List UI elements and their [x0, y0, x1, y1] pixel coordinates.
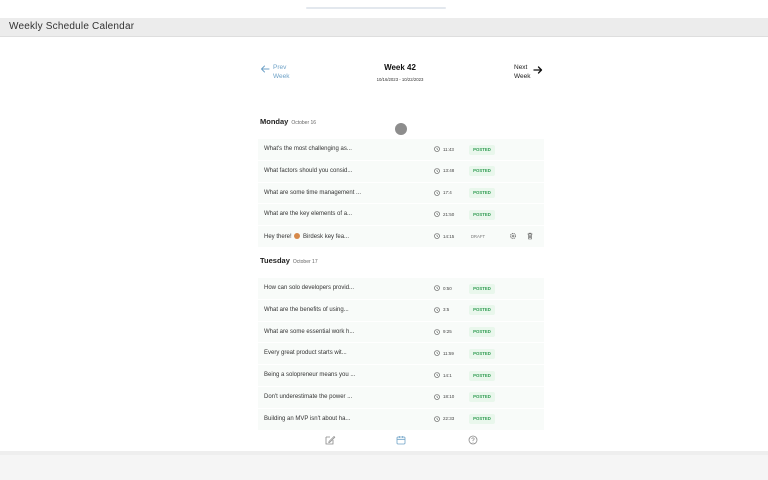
top-tab-indicator [306, 7, 446, 9]
status-badge: DRAFT [470, 233, 486, 239]
post-row[interactable]: What's the most challenging as... 11:43 … [258, 139, 544, 161]
status-badge: POSTED [469, 414, 495, 425]
post-row[interactable]: Every great product starts wit... 11:59 … [258, 343, 544, 366]
tuesday-post-list: How can solo developers provid... 0:50 P… [258, 278, 544, 431]
post-row[interactable]: How can solo developers provid... 0:50 P… [258, 278, 544, 300]
post-row[interactable]: Don't underestimate the power ... 18:10 … [258, 386, 544, 409]
clock-icon [434, 372, 440, 378]
post-time: 14:15 [443, 233, 455, 239]
post-row[interactable]: What factors should you consid... 13:48 … [258, 160, 544, 183]
post-title: What's the most challenging as... [264, 146, 352, 152]
post-row[interactable]: What are some essential work h... 9:25 P… [258, 321, 544, 344]
clock-icon [434, 167, 440, 174]
post-title: How can solo developers provid... [264, 285, 355, 291]
status-badge: POSTED [469, 327, 495, 338]
bottom-tab-bar [256, 430, 544, 450]
trash-icon[interactable] [526, 232, 534, 240]
post-time: 13:48 [443, 168, 455, 174]
post-row[interactable]: What are the benefits of using... 3:5 PO… [258, 299, 544, 322]
status-badge: POSTED [469, 188, 495, 199]
calendar-icon[interactable] [395, 434, 407, 446]
clock-icon [434, 189, 440, 196]
status-badge: POSTED [469, 283, 495, 294]
post-title: What are the key elements of a... [264, 211, 353, 218]
post-time: 22:33 [443, 416, 455, 422]
post-time: 18:10 [443, 394, 455, 400]
clock-icon [434, 350, 440, 357]
bottom-band [0, 451, 768, 480]
clock-icon [434, 394, 440, 400]
window-title-bar: Weekly Schedule Calendar [0, 18, 768, 37]
prev-week-label: Prev Week [273, 64, 290, 80]
arrow-left-icon [261, 65, 270, 73]
post-time: 9:25 [443, 329, 452, 335]
window-title: Weekly Schedule Calendar [9, 21, 135, 32]
post-title: What are some essential work h... [264, 328, 355, 335]
status-badge: POSTED [469, 166, 495, 177]
post-title: Every great product starts wit... [264, 350, 347, 357]
clock-icon [434, 328, 440, 335]
schedule-panel: Prev Week Week 42 10/16/2023 - 10/22/202… [256, 50, 544, 452]
day-header-monday: Monday October 16 [260, 117, 316, 126]
post-time: 0:50 [443, 285, 452, 291]
status-badge: POSTED [469, 392, 495, 403]
post-time: 21:50 [443, 211, 455, 217]
gear-icon[interactable] [509, 232, 517, 240]
post-title: Building an MVP isn't about ha... [264, 415, 351, 422]
day-date: October 16 [291, 120, 317, 126]
post-row[interactable]: Hey there! Birdesk key fea... 14:15 DRAF… [258, 226, 544, 248]
clock-icon [434, 415, 440, 422]
mouse-cursor [395, 123, 407, 135]
day-name: Monday [260, 117, 289, 126]
bottom-band-inner [0, 455, 768, 480]
clock-icon [434, 211, 440, 218]
clock-icon [434, 146, 440, 152]
post-title: Hey there! Birdesk key fea... [264, 233, 350, 241]
clock-icon [434, 306, 440, 313]
post-title: Don't underestimate the power ... [264, 393, 353, 400]
next-week-button[interactable]: Next Week [508, 63, 544, 87]
post-row[interactable]: Building an MVP isn't about ha... 22:33 … [258, 408, 544, 431]
browser-top-strip [0, 0, 768, 18]
help-icon[interactable] [467, 434, 479, 446]
post-time: 14:1 [443, 372, 452, 378]
arrow-right-icon [533, 66, 543, 74]
status-badge: POSTED [469, 305, 495, 316]
week-range: 10/16/2023 - 10/22/2023 [376, 77, 424, 82]
week-title: Week 42 [384, 63, 416, 72]
status-badge: POSTED [469, 370, 495, 381]
post-time: 17:4 [443, 190, 452, 196]
post-title: What are the benefits of using... [264, 306, 349, 313]
day-header-tuesday: Tuesday October 17 [260, 256, 318, 265]
post-title: What are some time management ... [264, 189, 362, 196]
status-badge: POSTED [469, 209, 495, 220]
clock-icon [434, 285, 440, 291]
day-date: October 17 [292, 259, 318, 265]
post-title: What factors should you consid... [264, 167, 353, 174]
status-badge: POSTED [469, 348, 495, 359]
post-title: Being a solopreneur means you ... [264, 372, 356, 379]
status-badge: POSTED [469, 144, 495, 155]
clock-icon [434, 233, 440, 239]
avatar-emoji-icon [294, 233, 301, 240]
post-row[interactable]: What are some time management ... 17:4 P… [258, 182, 544, 205]
post-row[interactable]: Being a solopreneur means you ... 14:1 P… [258, 365, 544, 387]
post-row[interactable]: What are the key elements of a... 21:50 … [258, 204, 544, 227]
post-time: 11:59 [443, 350, 454, 356]
next-week-label: Next Week [514, 64, 531, 80]
prev-week-button[interactable]: Prev Week [260, 63, 308, 87]
post-time: 11:43 [443, 146, 454, 152]
compose-icon[interactable] [324, 434, 336, 446]
monday-post-list: What's the most challenging as... 11:43 … [258, 139, 544, 248]
day-name: Tuesday [260, 256, 290, 265]
post-time: 3:5 [443, 307, 450, 313]
